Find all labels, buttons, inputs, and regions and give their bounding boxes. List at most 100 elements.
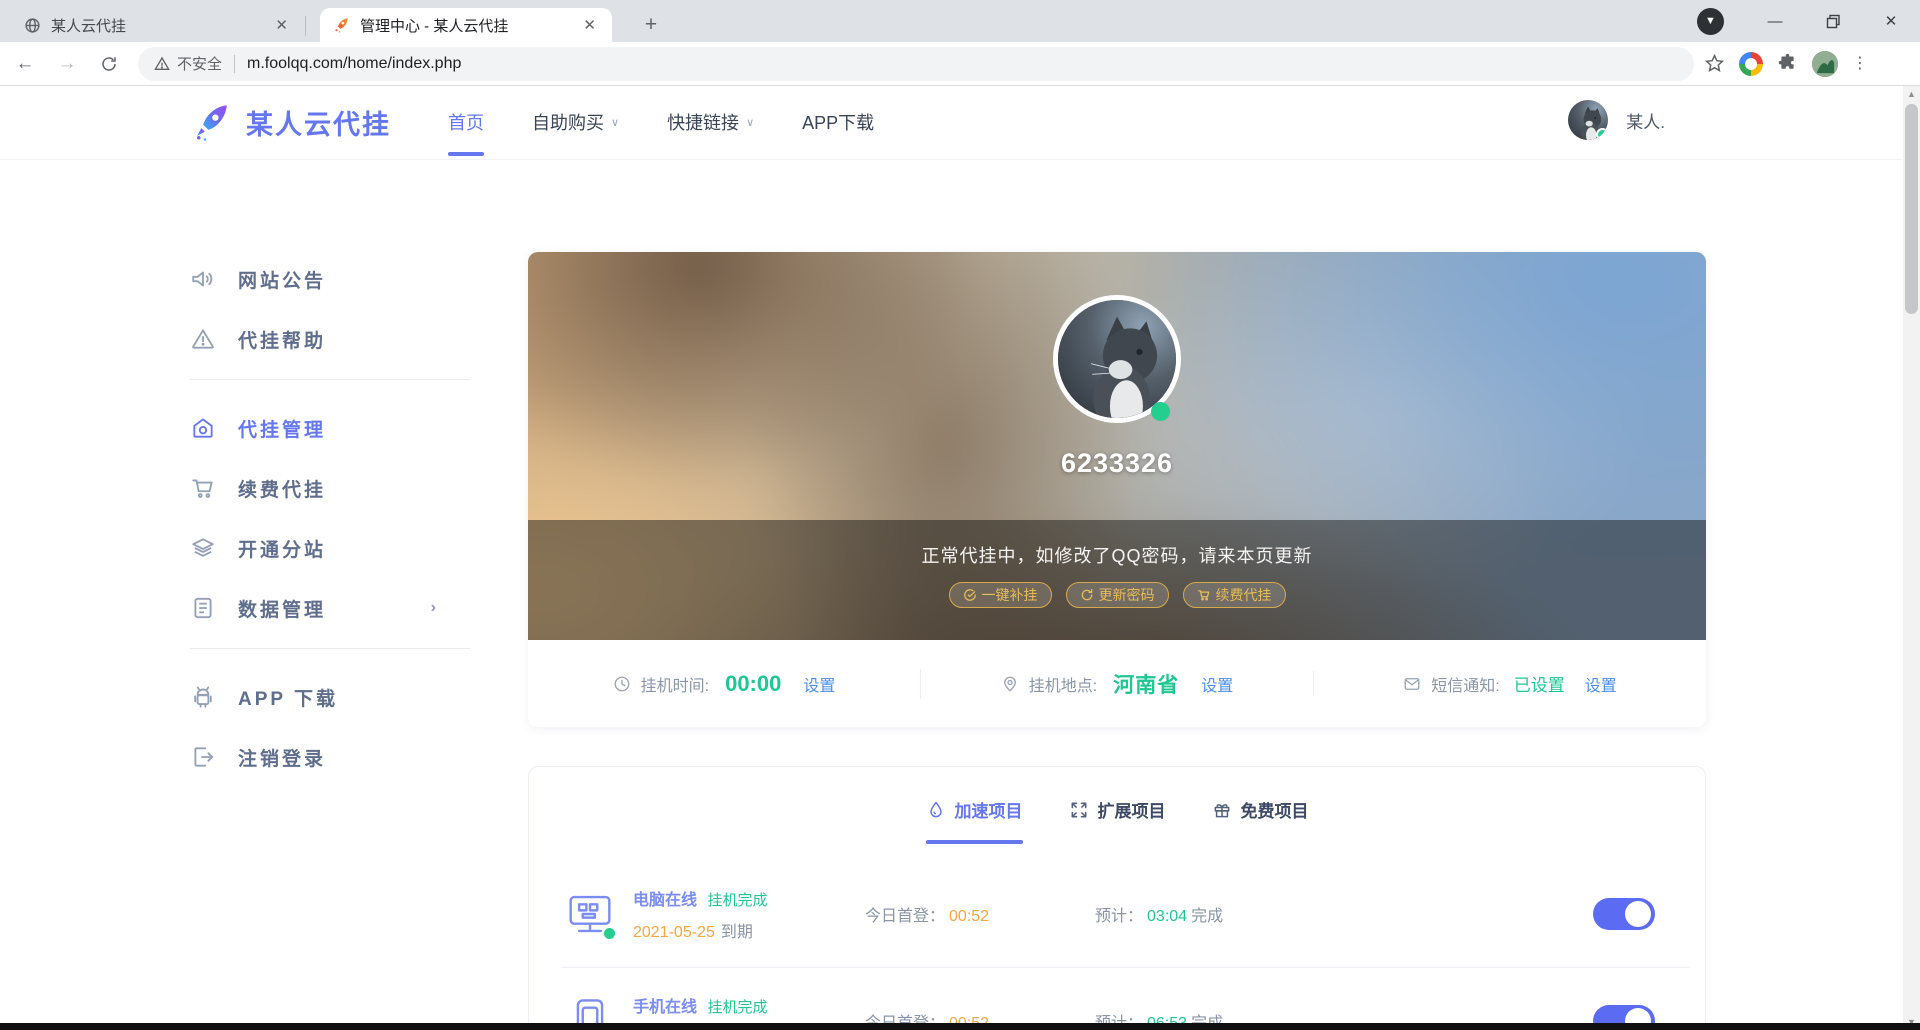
chevron-down-icon: ∨ bbox=[611, 117, 620, 129]
refresh-icon bbox=[1081, 589, 1092, 601]
project-name: 电脑在线 bbox=[633, 892, 698, 909]
hang-location-section: 挂机地点: 河南省 设置 bbox=[920, 668, 1313, 699]
button-label: 续费代挂 bbox=[1215, 587, 1272, 603]
screen: 某人云代挂 ✕ 管理中心 - 某人云代挂 ✕ + ▼ — ✕ ← → 不安全 m… bbox=[0, 0, 1920, 1030]
warning-icon bbox=[154, 56, 170, 70]
expire-date: 2021-05-25 bbox=[633, 924, 715, 941]
sidebar-item-data-management[interactable]: 数据管理 › bbox=[190, 588, 470, 628]
desktop-icon bbox=[561, 885, 619, 943]
window-controls: ▼ — ✕ bbox=[1697, 0, 1920, 42]
document-icon bbox=[194, 597, 212, 619]
minimize-button[interactable]: — bbox=[1746, 0, 1804, 42]
cart-icon bbox=[1197, 590, 1209, 601]
online-status-dot bbox=[1596, 128, 1609, 140]
bookmark-star-icon[interactable] bbox=[1704, 53, 1725, 74]
site-header: 某人云代挂 首页 自助购买 ∨ 快捷链接 ∨ APP下载 某人. bbox=[0, 86, 1920, 160]
active-tab-underline bbox=[925, 840, 1023, 844]
new-tab-button[interactable]: + bbox=[636, 10, 666, 40]
hang-time-section: 挂机时间: 00:00 设置 bbox=[528, 671, 920, 697]
set-location-link[interactable]: 设置 bbox=[1201, 672, 1233, 696]
warning-icon bbox=[192, 329, 214, 349]
location-pin-icon bbox=[1003, 676, 1016, 691]
divider bbox=[234, 54, 236, 73]
tab-extended-projects[interactable]: 扩展项目 bbox=[1069, 797, 1166, 861]
url-text[interactable]: m.foolqq.com/home/index.php bbox=[247, 55, 461, 73]
nav-label: 首页 bbox=[448, 113, 484, 133]
sms-notify-section: 短信通知: 已设置 设置 bbox=[1313, 671, 1706, 696]
nav-self-purchase[interactable]: 自助购买 ∨ bbox=[532, 86, 619, 160]
extension-wheel-icon[interactable] bbox=[1739, 51, 1763, 76]
sidebar-item-substation[interactable]: 开通分站 bbox=[190, 528, 470, 568]
check-circle-icon bbox=[963, 589, 976, 601]
scrollbar-thumb[interactable] bbox=[1905, 104, 1918, 314]
expire-label: 到期 bbox=[720, 924, 753, 941]
tab-free-projects[interactable]: 免费项目 bbox=[1212, 797, 1309, 861]
set-time-link[interactable]: 设置 bbox=[803, 672, 835, 696]
forward-icon[interactable]: → bbox=[50, 47, 84, 81]
home-icon bbox=[193, 418, 213, 438]
security-chip[interactable]: 不安全 bbox=[154, 53, 222, 74]
nav-home[interactable]: 首页 bbox=[448, 86, 484, 160]
sidebar-item-announcements[interactable]: 网站公告 bbox=[190, 259, 470, 299]
close-icon[interactable]: ✕ bbox=[269, 14, 294, 36]
tab-title: 管理中心 - 某人云代挂 bbox=[360, 17, 509, 35]
sidebar-item-logout[interactable]: 注销登录 bbox=[190, 737, 470, 777]
sidebar-item-app-download[interactable]: APP 下载 bbox=[190, 677, 470, 717]
first-login-value: 00:52 bbox=[949, 908, 990, 925]
status-message: 正常代挂中，如修改了QQ密码，请来本页更新 bbox=[921, 546, 1313, 566]
active-underline bbox=[448, 152, 484, 156]
user-avatar[interactable] bbox=[1568, 100, 1609, 140]
layers-icon bbox=[192, 538, 214, 557]
sidebar-item-label: 数据管理 bbox=[238, 599, 327, 621]
refresh-icon[interactable] bbox=[92, 47, 126, 81]
address-bar[interactable]: 不安全 m.foolqq.com/home/index.php bbox=[138, 46, 1694, 81]
qq-id: 6233326 bbox=[1060, 448, 1174, 478]
sidebar-item-label: 网站公告 bbox=[238, 270, 327, 292]
update-password-button[interactable]: 更新密码 bbox=[1065, 582, 1169, 608]
pc-online-toggle[interactable] bbox=[1593, 898, 1655, 930]
project-tabs: 加速项目 扩展项目 免费项目 bbox=[529, 767, 1705, 861]
profile-avatar[interactable] bbox=[1812, 50, 1838, 77]
browser-tab-1[interactable]: 某人云代挂 ✕ bbox=[12, 8, 306, 42]
estimate-col: 预计： 03:04 完成 bbox=[1095, 902, 1355, 926]
hang-time-value: 00:00 bbox=[725, 670, 782, 696]
tab-accelerated-projects[interactable]: 加速项目 bbox=[925, 797, 1023, 861]
menu-kebab-icon[interactable]: ⋮ bbox=[1852, 56, 1868, 72]
globe-icon bbox=[24, 17, 41, 34]
set-sms-link[interactable]: 设置 bbox=[1585, 672, 1617, 696]
sidebar-item-help[interactable]: 代挂帮助 bbox=[190, 319, 470, 359]
estimate-suffix: 完成 bbox=[1191, 908, 1224, 925]
extensions-puzzle-icon[interactable] bbox=[1777, 53, 1798, 74]
page-scrollbar[interactable]: ▲ ▼ bbox=[1903, 86, 1920, 1030]
project-row-phone: 手机在线 挂机完成 2021-05-25到期 今日首登：00:52 预计：06:… bbox=[529, 968, 1705, 1030]
tab-underline bbox=[1212, 840, 1309, 844]
rocket-favicon-icon bbox=[332, 16, 350, 34]
profile-banner: 6233326 正常代挂中，如修改了QQ密码，请来本页更新 一键补挂 更新密码 bbox=[528, 252, 1706, 640]
project-name: 手机在线 bbox=[633, 999, 698, 1016]
nav-quick-links[interactable]: 快捷链接 ∨ bbox=[667, 86, 754, 160]
nav-label: 快捷链接 bbox=[667, 113, 740, 133]
restore-button[interactable] bbox=[1804, 0, 1862, 42]
scroll-up-arrow[interactable]: ▲ bbox=[1903, 86, 1920, 102]
user-chip[interactable]: 某人. bbox=[1568, 100, 1665, 140]
renew-hang-button[interactable]: 续费代挂 bbox=[1182, 582, 1286, 608]
brand[interactable]: 某人云代挂 bbox=[190, 101, 391, 143]
nav-app-download[interactable]: APP下载 bbox=[802, 86, 874, 160]
one-key-rehang-button[interactable]: 一键补挂 bbox=[948, 582, 1052, 608]
chevron-down-circle-icon[interactable]: ▼ bbox=[1697, 7, 1724, 35]
close-window-button[interactable]: ✕ bbox=[1862, 0, 1920, 42]
logout-icon bbox=[194, 747, 214, 767]
tab-label: 免费项目 bbox=[1240, 802, 1309, 821]
info-bar: 挂机时间: 00:00 设置 挂机地点: 河南省 设置 短信通知: 已设置 设置 bbox=[528, 640, 1706, 727]
sidebar-item-hang-management[interactable]: 代挂管理 bbox=[190, 408, 470, 448]
sidebar-item-label: 续费代挂 bbox=[238, 479, 327, 501]
browser-tab-2[interactable]: 管理中心 - 某人云代挂 ✕ bbox=[320, 8, 612, 42]
sidebar-item-label: 代挂管理 bbox=[238, 419, 327, 441]
hang-location-label: 挂机地点: bbox=[1028, 677, 1098, 695]
brand-name: 某人云代挂 bbox=[246, 109, 391, 140]
cart-icon bbox=[192, 479, 213, 498]
back-icon[interactable]: ← bbox=[8, 47, 42, 81]
sms-value: 已设置 bbox=[1513, 676, 1565, 695]
sidebar-item-renew[interactable]: 续费代挂 bbox=[190, 468, 470, 508]
close-icon[interactable]: ✕ bbox=[577, 14, 602, 36]
